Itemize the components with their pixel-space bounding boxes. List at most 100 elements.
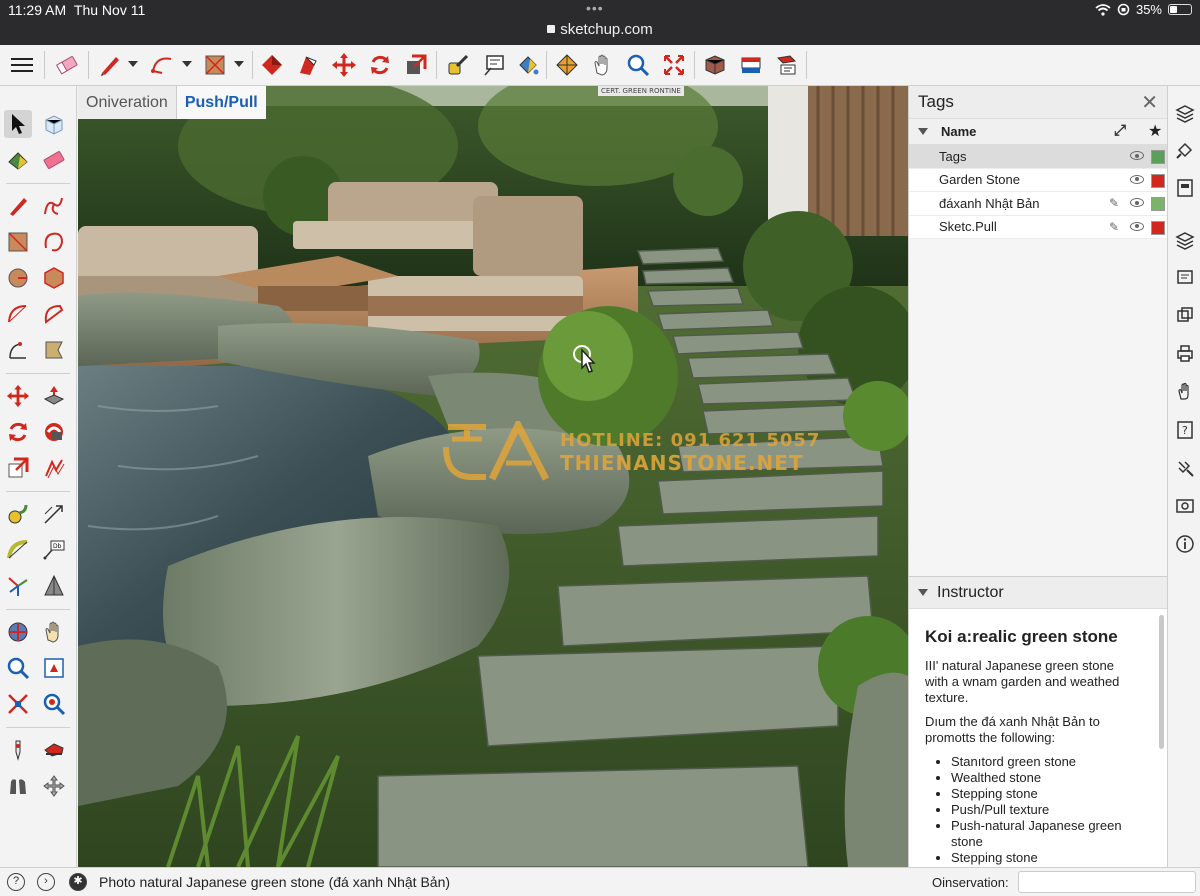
styles-icon[interactable] — [1174, 139, 1196, 161]
collapse-triangle-icon[interactable] — [918, 589, 928, 596]
scale-tool-icon[interactable] — [4, 454, 32, 482]
tag-row[interactable]: Tags — [909, 145, 1167, 169]
line-icon[interactable] — [4, 192, 32, 220]
walk-icon[interactable] — [4, 772, 32, 800]
pie-icon[interactable] — [4, 336, 32, 364]
look-around-icon[interactable] — [40, 736, 68, 764]
chevron-right-icon[interactable]: › — [37, 873, 55, 891]
zoom-icon[interactable] — [624, 52, 652, 78]
observation-input[interactable] — [1018, 871, 1196, 893]
move-icon[interactable] — [330, 52, 358, 78]
rectangle-icon[interactable] — [201, 52, 229, 78]
extensions-icon[interactable] — [1174, 457, 1196, 479]
tag-color-swatch[interactable] — [1151, 150, 1165, 164]
axes-icon[interactable] — [4, 572, 32, 600]
protractor-icon[interactable] — [4, 536, 32, 564]
follow-me-icon[interactable] — [294, 52, 322, 78]
visibility-eye-icon[interactable] — [1130, 151, 1144, 160]
paint-icon[interactable] — [4, 146, 32, 174]
freehand-icon[interactable] — [40, 192, 68, 220]
arc-dropdown-icon[interactable] — [182, 61, 192, 67]
info-icon[interactable] — [1174, 533, 1196, 555]
rectangle-tool-icon[interactable] — [4, 228, 32, 256]
zoom-window-icon[interactable] — [40, 654, 68, 682]
tag-row[interactable]: Garden Stone — [909, 168, 1167, 192]
arc-tool-icon[interactable] — [4, 300, 32, 328]
tape-measure-icon[interactable] — [444, 52, 472, 78]
extension-warehouse-icon[interactable] — [737, 52, 765, 78]
close-icon[interactable]: ✕ — [1141, 90, 1158, 115]
visibility-eye-icon[interactable] — [1130, 221, 1144, 231]
zoom-extents-tool-icon[interactable] — [4, 690, 32, 718]
column-name[interactable]: Name — [941, 124, 976, 139]
paint-bucket-icon[interactable] — [514, 52, 542, 78]
text-label-icon[interactable]: Db — [40, 536, 68, 564]
3d-text-icon[interactable] — [40, 572, 68, 600]
help-circle-icon[interactable]: ? — [7, 873, 25, 891]
rotate-icon[interactable] — [366, 52, 394, 78]
tag-row[interactable]: đáxanh Nhật Bản ✎ — [909, 192, 1167, 216]
shape-dropdown-icon[interactable] — [234, 61, 244, 67]
tag-color-swatch[interactable] — [1151, 173, 1165, 188]
scenes-icon[interactable] — [1174, 177, 1196, 199]
entity-info-icon[interactable] — [1174, 267, 1196, 289]
layers-icon[interactable] — [1174, 103, 1196, 125]
pan-tool-icon[interactable] — [40, 618, 68, 646]
address-bar[interactable]: sketchup.com — [0, 21, 1200, 38]
3d-viewport[interactable]: CERT. GREEN RONTINE HOTLINE: 091 621 505… — [78, 86, 908, 867]
warehouse-icon[interactable] — [701, 52, 729, 78]
pan-hand-icon[interactable] — [589, 52, 617, 78]
eraser-tool-icon[interactable] — [40, 146, 68, 174]
rotated-rectangle-icon[interactable] — [40, 228, 68, 256]
tag-color-swatch[interactable] — [1151, 197, 1165, 211]
section-plane-icon[interactable] — [40, 772, 68, 800]
star-icon[interactable]: ★ — [1148, 121, 1162, 141]
zoom-extents-icon[interactable] — [660, 52, 688, 78]
tab-push-pull[interactable]: Push/Pull — [175, 86, 266, 119]
pencil-dropdown-icon[interactable] — [128, 61, 138, 67]
push-pull-icon[interactable] — [258, 52, 286, 78]
collapse-triangle-icon[interactable] — [918, 128, 928, 135]
printer-icon[interactable] — [1174, 342, 1196, 364]
visibility-eye-icon[interactable] — [1130, 198, 1144, 207]
tag-row[interactable]: Sketc.Pull ✎ — [909, 215, 1167, 239]
polygon-icon[interactable] — [40, 264, 68, 292]
previous-view-icon[interactable] — [40, 690, 68, 718]
visibility-eye-icon[interactable] — [1130, 174, 1144, 184]
arc-icon[interactable] — [148, 52, 176, 78]
make-component-icon[interactable] — [40, 110, 68, 138]
position-camera-icon[interactable] — [4, 736, 32, 764]
orbit-icon[interactable] — [553, 52, 581, 78]
scale-icon[interactable] — [402, 52, 430, 78]
tape-measure-tool-icon[interactable] — [4, 500, 32, 528]
zoom-tool-icon[interactable] — [4, 654, 32, 682]
edit-pencil-icon[interactable]: ✎ — [1109, 220, 1119, 234]
tab-oniveration[interactable]: Oniveration — [78, 86, 176, 119]
menu-icon[interactable] — [8, 52, 36, 78]
circle-icon[interactable] — [4, 264, 32, 292]
offset-icon[interactable] — [40, 454, 68, 482]
expand-icon[interactable]: ⤢ — [1114, 122, 1126, 139]
credits-icon[interactable]: ✱ — [69, 873, 87, 891]
instructor-scrollbar[interactable] — [1159, 615, 1164, 749]
outliner-icon[interactable] — [1174, 380, 1196, 402]
dimension-icon[interactable] — [40, 500, 68, 528]
follow-me-tool-icon[interactable] — [40, 418, 68, 446]
rotate-tool-icon[interactable] — [4, 418, 32, 446]
edit-pencil-icon[interactable]: ✎ — [1109, 196, 1119, 210]
pencil-icon[interactable] — [96, 52, 124, 78]
orbit-tool-icon[interactable] — [4, 618, 32, 646]
instructor-header[interactable]: Instructor — [909, 577, 1167, 609]
tag-color-swatch[interactable] — [1151, 220, 1165, 235]
extension-manager-icon[interactable] — [773, 52, 801, 78]
components-icon[interactable] — [1174, 305, 1196, 327]
multitask-dots-icon[interactable]: ••• — [586, 0, 604, 16]
move-tool-icon[interactable] — [4, 382, 32, 410]
text-tool-icon[interactable] — [480, 52, 508, 78]
select-arrow-icon[interactable] — [4, 110, 32, 138]
two-point-arc-icon[interactable] — [40, 300, 68, 328]
eraser-icon[interactable] — [53, 52, 81, 78]
push-pull-tool-icon[interactable] — [40, 382, 68, 410]
display-icon[interactable] — [1174, 495, 1196, 517]
help-icon[interactable]: ? — [1174, 419, 1196, 441]
